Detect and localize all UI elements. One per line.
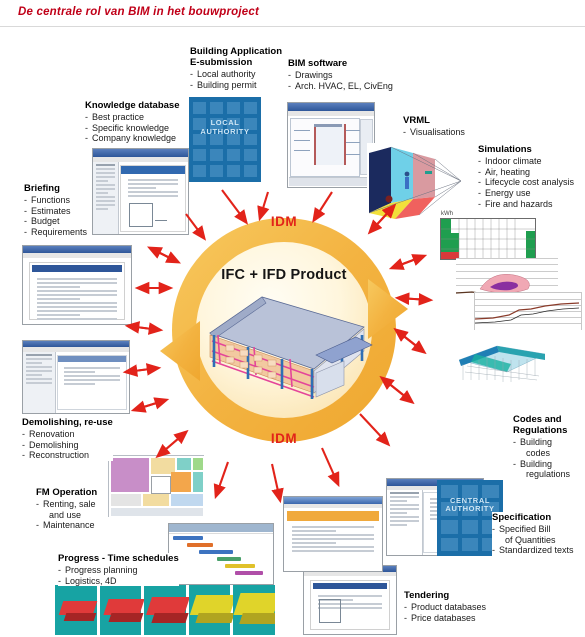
- label-simulations: Simulations Indoor climate Air, heating …: [478, 144, 575, 210]
- label-codes-items: Building codes Building regulations: [513, 437, 570, 479]
- label-tendering-items: Product databases Price databases: [404, 602, 486, 623]
- label-bim-software-items: Drawings Arch. HVAC, EL, CivEng: [288, 70, 393, 91]
- label-vrml-items: Visualisations: [403, 127, 465, 138]
- label-knowledge-database: Knowledge database Best practice Specifi…: [85, 100, 180, 145]
- label-tendering: Tendering Product databases Price databa…: [404, 590, 487, 624]
- label-fm-operation-items: Renting, sale and use Maintenance: [36, 499, 97, 531]
- label-specification-items: Specified Bill of Quantities Standardize…: [492, 524, 574, 556]
- label-knowledge-database-items: Best practice Specific knowledge Company…: [85, 112, 180, 144]
- label-progress-items: Progress planning Logistics, 4D: [58, 565, 179, 586]
- label-codes-and-regulations: Codes and Regulations Building codes Bui…: [513, 414, 571, 480]
- label-progress-time-schedules: Progress - Time schedules Progress plann…: [58, 553, 179, 587]
- label-demolishing-reuse-items: Renovation Demolishing Reconstruction: [22, 429, 113, 461]
- label-building-application: Building Application E-submission Local …: [190, 46, 282, 91]
- label-building-application-items: Local authority Building permit: [190, 69, 282, 90]
- label-specification: Specification Specified Bill of Quantiti…: [492, 512, 574, 557]
- label-simulations-items: Indoor climate Air, heating Lifecycle co…: [478, 156, 574, 209]
- label-briefing: Briefing Functions Estimates Budget Requ…: [24, 183, 88, 238]
- label-vrml: VRML Visualisations: [403, 115, 465, 138]
- label-bim-software: BIM software Drawings Arch. HVAC, EL, Ci…: [288, 58, 393, 92]
- diagram-canvas: De centrale rol van BIM in het bouwproje…: [0, 0, 585, 637]
- label-fm-operation: FM Operation Renting, sale and use Maint…: [36, 487, 98, 532]
- label-briefing-items: Functions Estimates Budget Requirements: [24, 195, 87, 237]
- label-demolishing-reuse: Demolishing, re-use Renovation Demolishi…: [22, 417, 113, 462]
